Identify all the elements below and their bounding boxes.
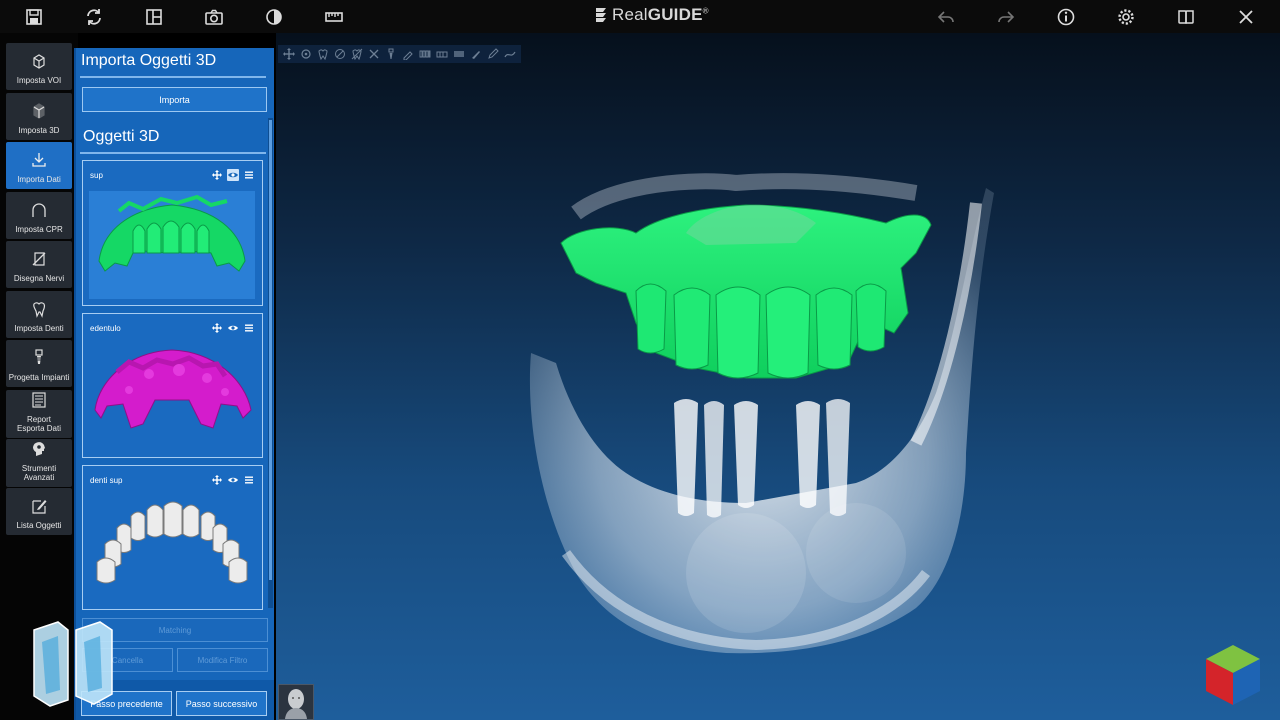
nav-label: Strumenti Avanzati [21, 464, 57, 482]
tools-head-icon [33, 442, 45, 456]
nav-label: Imposta CPR [15, 225, 63, 234]
implant-icon [35, 349, 43, 364]
nav-label: Imposta 3D [18, 126, 60, 135]
channel-logo-icon [33, 621, 113, 707]
next-step-button[interactable]: Passo successivo [176, 691, 267, 716]
divider [80, 152, 266, 154]
save-icon[interactable] [23, 6, 45, 28]
object-card-denti-sup[interactable]: denti sup [82, 465, 263, 610]
nav-label: Lista Oggetti [16, 521, 62, 530]
nerve-icon [32, 252, 46, 266]
voi-cube-icon [33, 54, 45, 69]
nav-label: Progetta Impianti [8, 373, 70, 382]
3d-viewport[interactable] [276, 33, 1280, 720]
menu-icon[interactable] [243, 169, 255, 181]
object-name: denti sup [90, 476, 123, 485]
object-thumbnail-magenta-model [94, 349, 252, 429]
menu-icon[interactable] [243, 322, 255, 334]
visibility-eye-icon[interactable] [227, 169, 239, 181]
camera-icon[interactable] [203, 6, 225, 28]
close-icon[interactable] [1235, 6, 1257, 28]
nav-label: Importa Dati [17, 175, 61, 184]
app-logo: RealGUIDE® [594, 3, 709, 27]
divider [80, 76, 266, 78]
object-card-sup[interactable]: sup [82, 160, 263, 306]
menu-icon[interactable] [243, 474, 255, 486]
move-icon[interactable] [211, 169, 223, 181]
nav-disegna-nervi[interactable]: Disegna Nervi [6, 241, 72, 288]
nav-label: Imposta VOI [16, 76, 62, 85]
object-thumbnail-teeth-model [96, 501, 248, 584]
move-icon[interactable] [211, 322, 223, 334]
object-card-edentulo[interactable]: edentulo [82, 313, 263, 458]
edit-filter-button[interactable]: Modifica Filtro [177, 648, 268, 672]
nav-label: Disegna Nervi [13, 274, 65, 283]
nav-imposta-cpr[interactable]: Imposta CPR [6, 192, 72, 239]
ruler-icon[interactable] [323, 6, 345, 28]
object-thumbnail-green-model [89, 191, 255, 299]
settings-icon[interactable] [1115, 6, 1137, 28]
3d-cube-icon [33, 103, 45, 119]
nav-imposta-denti[interactable]: Imposta Denti [6, 291, 72, 338]
top-toolbar: RealGUIDE® [0, 0, 1280, 33]
nav-lista-oggetti[interactable]: Lista Oggetti [6, 488, 72, 535]
contrast-icon[interactable] [263, 6, 285, 28]
arch-icon [32, 203, 46, 217]
app-title: RealGUIDE® [612, 5, 709, 24]
nav-strumenti-avanzati[interactable]: Strumenti Avanzati [6, 439, 72, 487]
nav-imposta-3d[interactable]: Imposta 3D [6, 93, 72, 140]
workflow-nav: Imposta VOI Imposta 3D Importa Dati Impo… [0, 33, 78, 720]
undo-icon[interactable] [935, 6, 957, 28]
3d-scene [529, 173, 994, 654]
head-icon [285, 689, 307, 719]
panel-title: Importa Oggetti 3D [81, 52, 217, 69]
info-icon[interactable] [1055, 6, 1077, 28]
section-title: Oggetti 3D [83, 128, 160, 145]
nav-imposta-voi[interactable]: Imposta VOI [6, 43, 72, 90]
nav-importa-dati[interactable]: Importa Dati [6, 142, 72, 189]
nav-report-esporta[interactable]: Report Esporta Dati [6, 390, 72, 438]
edit-list-icon [32, 500, 47, 514]
visibility-eye-icon[interactable] [227, 474, 239, 486]
report-icon [32, 392, 46, 408]
visibility-eye-icon[interactable] [227, 322, 239, 334]
nav-label: Imposta Denti [14, 324, 64, 333]
download-icon [32, 153, 46, 167]
object-name: sup [90, 171, 103, 180]
nav-progetta-impianti[interactable]: Progetta Impianti [6, 340, 72, 387]
realguide-mark-icon [596, 8, 606, 22]
green-scan-model [560, 204, 932, 379]
sync-icon[interactable] [83, 6, 105, 28]
patient-orientation-head[interactable] [278, 684, 314, 720]
book-icon[interactable] [1175, 6, 1197, 28]
nav-label: Report Esporta Dati [16, 415, 62, 433]
redo-icon[interactable] [995, 6, 1017, 28]
tooth-icon [33, 302, 46, 318]
scroll-thumb[interactable] [269, 120, 272, 580]
import-button[interactable]: Importa [82, 87, 267, 112]
layout-icon[interactable] [143, 6, 165, 28]
move-icon[interactable] [211, 474, 223, 486]
object-name: edentulo [90, 324, 121, 333]
orientation-cube-icon[interactable] [1202, 643, 1264, 707]
